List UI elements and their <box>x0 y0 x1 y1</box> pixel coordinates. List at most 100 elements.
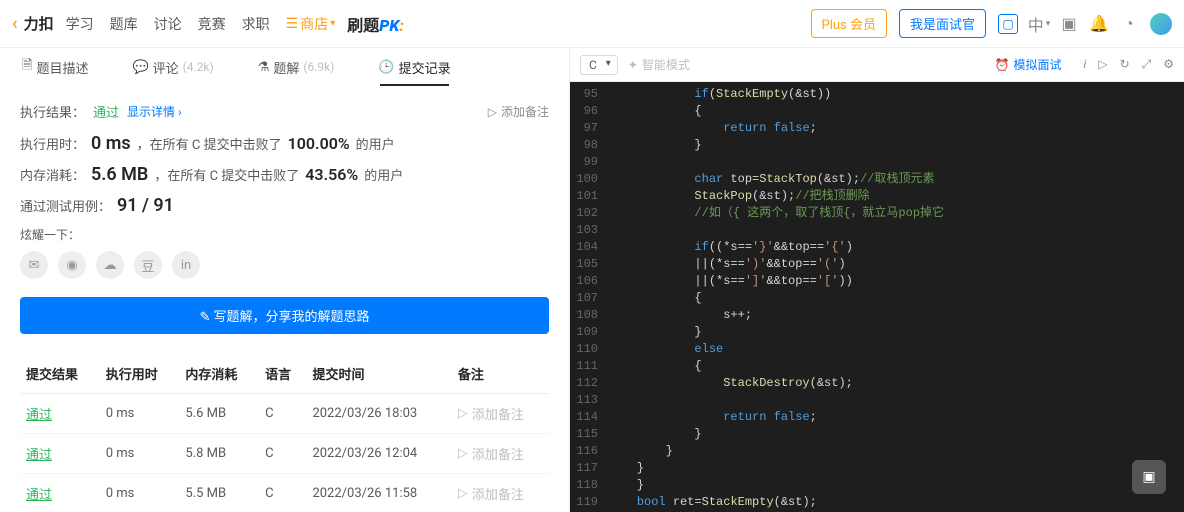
line-number: 119 <box>570 494 608 511</box>
line-number: 117 <box>570 460 608 477</box>
line-number: 110 <box>570 341 608 358</box>
linkedin-icon[interactable]: in <box>172 251 200 279</box>
line-number: 112 <box>570 375 608 392</box>
left-tabs: 🗎题目描述 💬评论(4.2k) ⚗题解(6.9k) 🕒提交记录 <box>0 48 569 86</box>
line-number: 100 <box>570 171 608 188</box>
status-link[interactable]: 通过 <box>26 488 52 503</box>
table-row[interactable]: 通过 0 ms 5.5 MB C 2022/03/26 11:58 ▷添加备注 <box>20 474 549 512</box>
nav-shop[interactable]: ☰商店▾ <box>286 14 336 34</box>
bell-icon[interactable]: 🔔 <box>1090 15 1108 33</box>
nav-contest[interactable]: 竞赛 <box>198 14 226 34</box>
add-note-button[interactable]: ▷添加备注 <box>488 103 549 120</box>
line-number: 104 <box>570 239 608 256</box>
write-solution-button[interactable]: ✎ 写题解，分享我的解题思路 <box>20 297 549 334</box>
row-add-note[interactable]: ▷添加备注 <box>458 444 543 463</box>
flag-icon: ▷ <box>458 486 468 501</box>
flag-icon: ▷ <box>458 446 468 461</box>
clock-icon: 🕒 <box>378 60 394 75</box>
row-add-note[interactable]: ▷添加备注 <box>458 404 543 423</box>
nav-discuss[interactable]: 讨论 <box>154 14 182 34</box>
line-number: 101 <box>570 188 608 205</box>
line-number: 103 <box>570 222 608 239</box>
line-number: 95 <box>570 86 608 103</box>
chevron-down-icon: ▾ <box>330 18 335 29</box>
left-pane: 🗎题目描述 💬评论(4.2k) ⚗题解(6.9k) 🕒提交记录 执行结果： 通过… <box>0 48 570 512</box>
interviewer-button[interactable]: 我是面试官 <box>899 9 986 38</box>
line-number: 106 <box>570 273 608 290</box>
share-label: 炫耀一下： <box>20 226 549 243</box>
table-row[interactable]: 通过 0 ms 5.6 MB C 2022/03/26 18:03 ▷添加备注 <box>20 394 549 434</box>
result-label: 执行结果： <box>20 102 85 121</box>
line-number: 97 <box>570 120 608 137</box>
nav-problems[interactable]: 题库 <box>110 14 138 34</box>
line-number: 105 <box>570 256 608 273</box>
streak-icon[interactable]: ◔ <box>1120 15 1138 33</box>
col-note: 备注 <box>452 354 549 394</box>
douban-icon[interactable]: 豆 <box>134 251 162 279</box>
line-number: 96 <box>570 103 608 120</box>
line-number: 116 <box>570 443 608 460</box>
col-mem: 内存消耗 <box>179 354 259 394</box>
reset-icon[interactable]: ↻ <box>1120 57 1130 72</box>
logo[interactable]: ‹ 力扣 <box>12 13 54 34</box>
runtime-metric: 执行用时： 0 ms ，在所有 C 提交中击败了 100.00% 的用户 <box>20 133 549 154</box>
doc-icon: 🗎 <box>22 56 32 78</box>
show-detail-link[interactable]: 显示详情 › <box>127 103 182 120</box>
weibo-icon[interactable]: ◉ <box>58 251 86 279</box>
app-header: ‹ 力扣 学习 题库 讨论 竞赛 求职 ☰商店▾ 刷题PK: Plus 会员 我… <box>0 0 1184 48</box>
flag-icon: ▷ <box>458 406 468 421</box>
smart-mode[interactable]: ✦智能模式 <box>628 56 690 73</box>
line-number: 108 <box>570 307 608 324</box>
table-row[interactable]: 通过 0 ms 5.8 MB C 2022/03/26 12:04 ▷添加备注 <box>20 434 549 474</box>
line-number: 109 <box>570 324 608 341</box>
result-status: 通过 <box>93 102 119 121</box>
playground-icon[interactable]: ▣ <box>1060 15 1078 33</box>
brush-pk[interactable]: 刷题PK: <box>347 12 404 36</box>
col-at: 提交时间 <box>306 354 451 394</box>
row-add-note[interactable]: ▷添加备注 <box>458 484 543 503</box>
plus-button[interactable]: Plus 会员 <box>811 9 887 38</box>
line-number: 111 <box>570 358 608 375</box>
submissions-table: 提交结果 执行用时 内存消耗 语言 提交时间 备注 通过 0 ms 5.6 MB… <box>20 354 549 512</box>
run-icon[interactable]: ▷ <box>1098 57 1107 72</box>
memory-metric: 内存消耗： 5.6 MB ，在所有 C 提交中击败了 43.56% 的用户 <box>20 164 549 185</box>
expand-icon[interactable]: ⤢ <box>1142 57 1152 72</box>
logo-icon: ‹ <box>12 13 18 34</box>
flask-icon: ⚗ <box>258 60 270 75</box>
logo-text: 力扣 <box>24 13 54 34</box>
tab-comments[interactable]: 💬评论(4.2k) <box>110 48 235 86</box>
testcases-metric: 通过测试用例： 91 / 91 <box>20 195 549 216</box>
tab-description[interactable]: 🗎题目描述 <box>0 48 110 86</box>
tab-solutions[interactable]: ⚗题解(6.9k) <box>236 48 357 86</box>
editor-toolbar: C▾ ✦智能模式 ⏰模拟面试 i ▷ ↻ ⤢ ⚙ <box>570 48 1184 82</box>
mock-interview-button[interactable]: ⏰模拟面试 <box>995 56 1062 73</box>
comment-icon: 💬 <box>132 60 148 75</box>
lang-dropdown[interactable]: 中▾ <box>1030 15 1048 33</box>
avatar[interactable] <box>1150 13 1172 35</box>
language-select[interactable]: C▾ <box>580 55 618 75</box>
nav-learn[interactable]: 学习 <box>66 14 94 34</box>
line-number: 102 <box>570 205 608 222</box>
main-area: 🗎题目描述 💬评论(4.2k) ⚗题解(6.9k) 🕒提交记录 执行结果： 通过… <box>0 48 1184 512</box>
social-icons: ✉ ◉ ☁ 豆 in <box>20 251 549 279</box>
col-status: 提交结果 <box>20 354 100 394</box>
code-pane: C▾ ✦智能模式 ⏰模拟面试 i ▷ ↻ ⤢ ⚙ 95 if(StackEmpt… <box>570 48 1184 512</box>
line-number: 107 <box>570 290 608 307</box>
info-icon[interactable]: i <box>1083 57 1086 72</box>
line-number: 98 <box>570 137 608 154</box>
line-number: 115 <box>570 426 608 443</box>
code-editor[interactable]: 95 if(StackEmpty(&st))96 {97 return fals… <box>570 82 1184 512</box>
tab-submissions[interactable]: 🕒提交记录 <box>356 48 472 86</box>
settings-icon[interactable]: ⚙ <box>1163 57 1174 72</box>
status-link[interactable]: 通过 <box>26 448 52 463</box>
float-action-button[interactable]: ▣ <box>1132 460 1166 494</box>
phone-icon[interactable]: ▢ <box>998 14 1018 34</box>
alarm-icon: ⏰ <box>995 58 1010 72</box>
qq-icon[interactable]: ☁ <box>96 251 124 279</box>
spark-icon: ✦ <box>628 58 638 72</box>
wechat-icon[interactable]: ✉ <box>20 251 48 279</box>
header-right: Plus 会员 我是面试官 ▢ 中▾ ▣ 🔔 ◔ <box>811 9 1172 38</box>
status-link[interactable]: 通过 <box>26 408 52 423</box>
col-lang: 语言 <box>259 354 306 394</box>
nav-jobs[interactable]: 求职 <box>242 14 270 34</box>
